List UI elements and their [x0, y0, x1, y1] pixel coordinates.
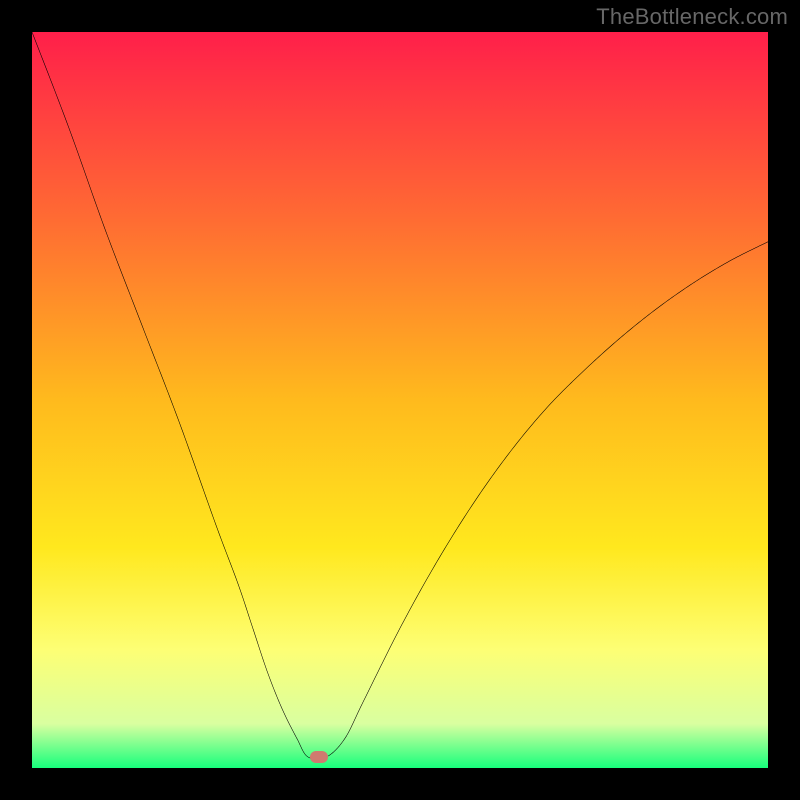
plot-area: [32, 32, 768, 768]
watermark-text: TheBottleneck.com: [596, 4, 788, 30]
chart-frame: TheBottleneck.com: [0, 0, 800, 800]
bottleneck-curve: [32, 32, 768, 768]
optimal-point-marker: [310, 751, 328, 763]
